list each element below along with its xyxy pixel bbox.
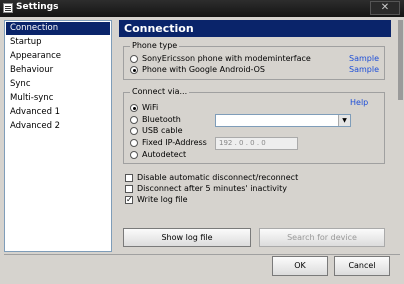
label-wifi: WiFi (142, 103, 159, 112)
nav-item-advanced-1[interactable]: Advanced 1 (6, 106, 110, 119)
checkbox-disconnect-inactivity[interactable] (125, 185, 133, 193)
radio-wifi[interactable] (130, 104, 138, 112)
radio-fixed-ip[interactable] (130, 139, 138, 147)
background-scrollbar (398, 20, 403, 100)
search-device-button[interactable]: Search for device (259, 228, 385, 247)
bluetooth-device-select[interactable]: ▼ (215, 114, 351, 127)
label-disable-auto-reconnect: Disable automatic disconnect/reconnect (137, 173, 299, 182)
nav-item-connection[interactable]: Connection (6, 22, 110, 35)
sample-link-android[interactable]: Sample (349, 65, 379, 75)
radio-autodetect[interactable] (130, 151, 138, 159)
window-title: Settings (16, 2, 59, 12)
phone-type-title: Phone type (130, 41, 180, 50)
ip-address-field[interactable]: 192 . 0 . 0 . 0 (215, 137, 298, 150)
radio-bluetooth[interactable] (130, 116, 138, 124)
settings-app-icon (3, 3, 13, 13)
close-button[interactable]: ✕ (370, 1, 400, 15)
label-usb-cable: USB cable (142, 126, 183, 135)
connect-via-title: Connect via... (130, 87, 190, 96)
radio-sonyericsson[interactable] (130, 55, 138, 63)
ok-button[interactable]: OK (272, 256, 328, 276)
footer-divider (4, 254, 400, 255)
radio-android[interactable] (130, 66, 138, 74)
label-autodetect: Autodetect (142, 150, 187, 159)
label-sonyericsson: SonyEricsson phone with modeminterface (142, 54, 311, 63)
label-fixed-ip: Fixed IP-Address (142, 138, 207, 147)
label-write-log: Write log file (137, 195, 188, 204)
label-android: Phone with Google Android-OS (142, 65, 266, 74)
cancel-button[interactable]: Cancel (334, 256, 390, 276)
chevron-down-icon[interactable]: ▼ (338, 115, 350, 126)
title-bar: Settings ✕ (0, 0, 404, 17)
close-icon: ✕ (380, 2, 390, 13)
help-link[interactable]: Help (350, 98, 368, 108)
checkbox-disable-auto-reconnect[interactable] (125, 174, 133, 182)
nav-item-behaviour[interactable]: Behaviour (6, 64, 110, 77)
radio-usb-cable[interactable] (130, 127, 138, 135)
nav-item-advanced-2[interactable]: Advanced 2 (6, 120, 110, 133)
sample-link-sonyericsson[interactable]: Sample (349, 54, 379, 64)
nav-item-sync[interactable]: Sync (6, 78, 110, 91)
label-bluetooth: Bluetooth (142, 115, 181, 124)
nav-item-startup[interactable]: Startup (6, 36, 110, 49)
nav-item-multi-sync[interactable]: Multi-sync (6, 92, 110, 105)
label-disconnect-inactivity: Disconnect after 5 minutes' inactivity (137, 184, 287, 193)
checkbox-write-log[interactable]: ✓ (125, 196, 133, 204)
settings-nav-list: Connection Startup Appearance Behaviour … (4, 20, 112, 252)
show-log-button[interactable]: Show log file (123, 228, 251, 247)
section-header: Connection (119, 20, 391, 37)
nav-item-appearance[interactable]: Appearance (6, 50, 110, 63)
